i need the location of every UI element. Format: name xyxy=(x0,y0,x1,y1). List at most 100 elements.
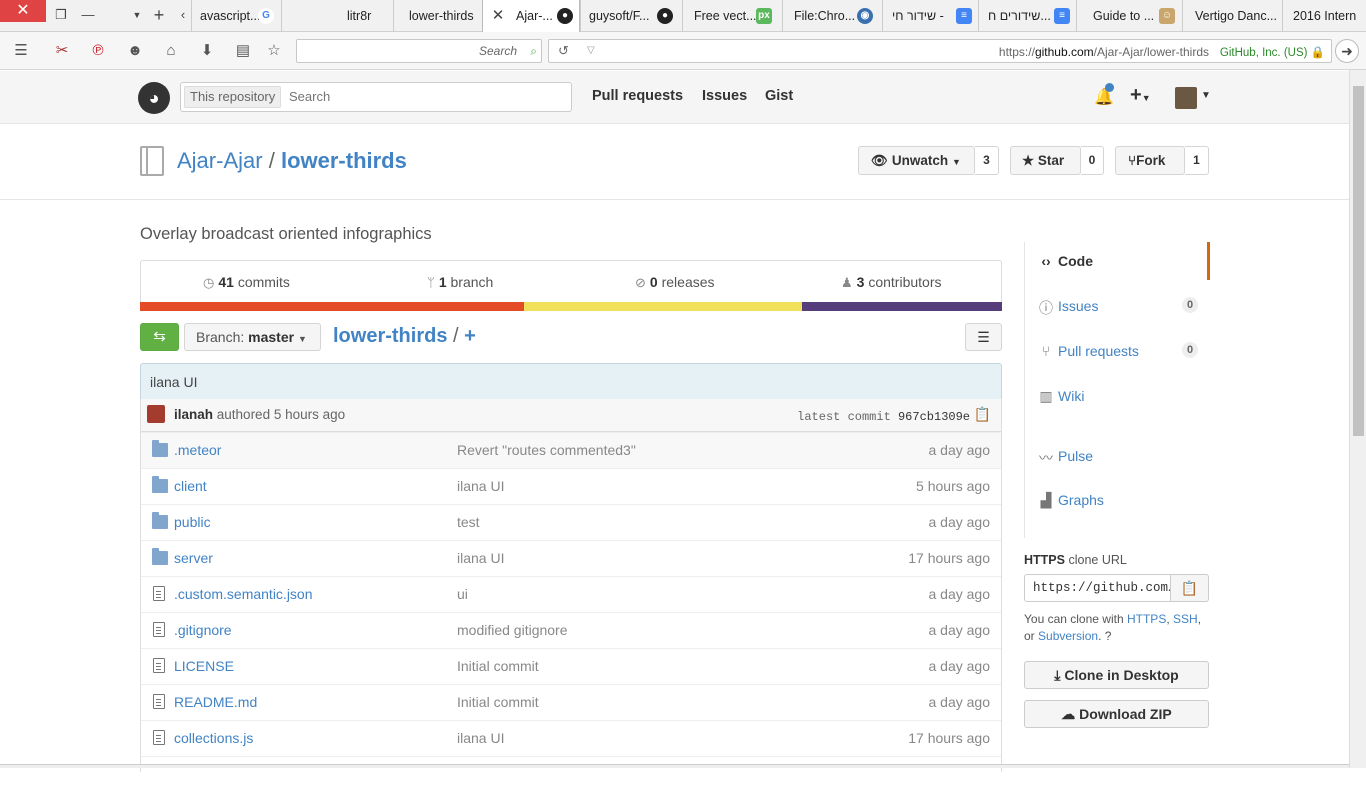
bookmark-star-icon[interactable]: ☆ xyxy=(264,41,284,61)
compare-button[interactable]: ⇆ xyxy=(140,323,179,351)
file-name-link[interactable]: README.md xyxy=(174,694,257,710)
file-name-link[interactable]: server xyxy=(174,550,213,566)
repo-search[interactable]: This repository xyxy=(180,82,572,112)
add-file-button[interactable]: + xyxy=(464,325,476,347)
language-segment[interactable] xyxy=(524,302,802,311)
sidebar-item-wiki[interactable]: ▥ Wiki xyxy=(1025,377,1210,415)
star-button[interactable]: ★ Star xyxy=(1010,146,1081,175)
home-icon[interactable]: ⌂ xyxy=(161,41,181,61)
clipboard-icon[interactable]: ▤ xyxy=(233,41,253,61)
reload-icon[interactable]: ↺ xyxy=(558,43,569,59)
browser-tab[interactable]: 2016 Intern xyxy=(1282,0,1366,32)
unwatch-button[interactable]: 👁 Unwatch ▼ xyxy=(858,146,975,175)
clone-svn-link[interactable]: Subversion xyxy=(1038,629,1098,643)
commit-message[interactable]: ilana UI xyxy=(150,374,197,390)
site-identity[interactable]: GitHub, Inc. (US) 🔒 xyxy=(1220,45,1325,59)
browser-tab[interactable]: avascript... G xyxy=(191,0,281,32)
menu-icon[interactable]: ☰ xyxy=(11,41,31,61)
author-avatar[interactable] xyxy=(147,405,165,423)
releases-link[interactable]: ⊘ 0 releases xyxy=(635,274,715,291)
file-commit-message[interactable]: ui xyxy=(457,586,468,602)
file-name-link[interactable]: .custom.semantic.json xyxy=(174,586,313,602)
sidebar-item-pulse[interactable]: 〰 Pulse xyxy=(1025,437,1210,475)
fork-count[interactable]: 1 xyxy=(1185,146,1209,175)
file-name-link[interactable]: client xyxy=(174,478,207,494)
copy-clone-url-button[interactable]: 📋 xyxy=(1170,574,1209,602)
download-zip-button[interactable]: ☁ Download ZIP xyxy=(1024,700,1209,728)
clone-in-desktop-button[interactable]: ⤓ Clone in Desktop xyxy=(1024,661,1209,689)
commits-link[interactable]: ◷ 41 commits xyxy=(203,274,290,291)
browser-tab[interactable]: שידורים ח... ≡ xyxy=(978,0,1076,32)
create-new-button[interactable]: +▼ xyxy=(1130,84,1151,107)
close-window-button[interactable]: ✕ xyxy=(0,0,46,22)
file-commit-message[interactable]: ilana UI xyxy=(457,730,504,746)
file-commit-message[interactable]: modified gitignore xyxy=(457,622,568,638)
file-name-link[interactable]: LICENSE xyxy=(174,658,234,674)
sidebar-item-graphs[interactable]: ▟ Graphs xyxy=(1025,481,1210,519)
file-commit-message[interactable]: Initial commit xyxy=(457,694,539,710)
vertical-scrollbar[interactable] xyxy=(1349,70,1366,768)
browser-search-input[interactable]: Search ⌕ xyxy=(296,39,542,63)
search-icon[interactable]: ⌕ xyxy=(530,44,537,59)
list-view-button[interactable]: ☰ xyxy=(965,323,1002,351)
language-segment[interactable] xyxy=(140,302,524,311)
file-name-link[interactable]: .meteor xyxy=(174,442,221,458)
commit-author[interactable]: ilanah xyxy=(174,407,213,422)
file-name-link[interactable]: collections.js xyxy=(174,730,253,746)
browser-tab[interactable]: File:Chro... ◉ xyxy=(782,0,882,32)
browser-tab[interactable]: litr8r xyxy=(281,0,393,32)
star-count[interactable]: 0 xyxy=(1081,146,1104,175)
clone-https-link[interactable]: HTTPS xyxy=(1127,612,1166,626)
file-commit-message[interactable]: Revert "routes commented3" xyxy=(457,442,636,458)
repo-name-link[interactable]: lower-thirds xyxy=(281,148,407,173)
minimize-window-icon[interactable]: — xyxy=(77,4,99,26)
close-tab-icon[interactable]: ✕ xyxy=(487,5,509,27)
file-commit-message[interactable]: Initial commit xyxy=(457,658,539,674)
smiley-icon[interactable]: ☻ xyxy=(125,41,145,61)
file-commit-message[interactable]: test xyxy=(457,514,480,530)
commit-message-bar[interactable]: ilana UI xyxy=(140,363,1002,400)
address-bar[interactable]: ↺ ▽ https://github.com/Ajar-Ajar/lower-t… xyxy=(548,39,1332,63)
download-icon[interactable]: ⬇ xyxy=(197,41,217,61)
branch-select[interactable]: Branch: master ▼ xyxy=(184,323,321,351)
language-bar[interactable] xyxy=(140,302,1002,311)
new-tab-icon[interactable]: + xyxy=(148,4,170,26)
repo-owner-link[interactable]: Ajar-Ajar xyxy=(177,148,263,173)
github-logo-icon[interactable]: ◕ xyxy=(138,82,170,114)
user-avatar[interactable] xyxy=(1175,87,1197,109)
clone-url-input[interactable] xyxy=(1024,574,1171,602)
nav-issues[interactable]: Issues xyxy=(702,88,747,104)
sidebar-item-code[interactable]: ‹› Code xyxy=(1025,242,1210,280)
branches-link[interactable]: ᛘ1 branch xyxy=(427,274,493,290)
file-commit-message[interactable]: ilana UI xyxy=(457,550,504,566)
repo-search-input[interactable] xyxy=(289,89,559,104)
browser-tab[interactable]: Guide to ... ☺ xyxy=(1076,0,1182,32)
nav-pull-requests[interactable]: Pull requests xyxy=(592,88,683,104)
browser-tab-active[interactable]: ✕ Ajar-... ● xyxy=(482,0,580,32)
browser-tab[interactable]: guysoft/F... ● xyxy=(580,0,682,32)
file-name-link[interactable]: .gitignore xyxy=(174,622,232,638)
watch-count[interactable]: 3 xyxy=(975,146,999,175)
history-dropdown-icon[interactable]: ▽ xyxy=(587,45,595,56)
browser-tab[interactable]: Vertigo Danc... xyxy=(1182,0,1282,32)
scrollbar-thumb[interactable] xyxy=(1353,86,1364,436)
file-commit-message[interactable]: ilana UI xyxy=(457,478,504,494)
clone-ssh-link[interactable]: SSH xyxy=(1173,612,1198,626)
nav-gist[interactable]: Gist xyxy=(765,88,793,104)
pinterest-icon[interactable]: ℗ xyxy=(88,41,108,61)
language-segment[interactable] xyxy=(802,302,1002,311)
commit-sha-link[interactable]: 967cb1309e xyxy=(898,410,970,424)
file-name-link[interactable]: public xyxy=(174,514,211,530)
extension-icon[interactable]: ✂ xyxy=(52,41,72,61)
sidebar-item-pull-requests[interactable]: ⑂ Pull requests 0 xyxy=(1025,332,1210,370)
contributors-link[interactable]: ♟ 3 contributors xyxy=(841,274,942,291)
restore-window-icon[interactable]: ❐ xyxy=(50,4,72,26)
breadcrumb-repo-link[interactable]: lower-thirds xyxy=(333,325,447,347)
help-icon[interactable]: ? xyxy=(1105,629,1112,643)
go-forward-button[interactable]: ➜ xyxy=(1335,39,1359,63)
chevron-down-icon[interactable]: ▼ xyxy=(1201,90,1211,101)
copy-sha-icon[interactable]: 📋 xyxy=(974,406,991,423)
browser-tab[interactable]: lower-thirds xyxy=(393,0,482,32)
browser-tab[interactable]: שידור חי - ≡ xyxy=(882,0,978,32)
tab-list-icon[interactable]: ▼ xyxy=(126,4,148,26)
